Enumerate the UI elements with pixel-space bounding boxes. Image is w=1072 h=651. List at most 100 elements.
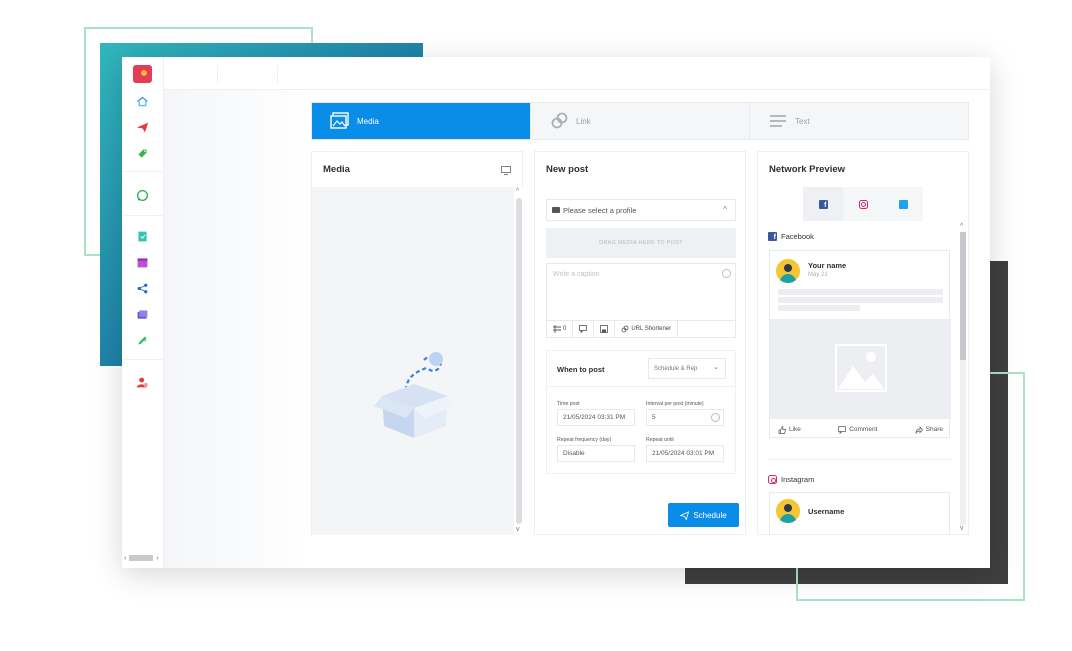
pencil-icon[interactable] bbox=[135, 333, 150, 348]
new-post-panel: New post Please select a profile ^ DRAG … bbox=[534, 151, 746, 535]
media-panel: Media ^ v bbox=[311, 151, 524, 535]
interval-input[interactable]: 5 bbox=[646, 409, 724, 426]
tab-link-label: Link bbox=[576, 116, 591, 126]
image-icon bbox=[330, 112, 349, 129]
avatar bbox=[776, 259, 800, 283]
network-preview-panel: Network Preview f f Facebook Your name M… bbox=[757, 151, 969, 535]
repeat-frequency-input[interactable]: Disable bbox=[557, 445, 635, 462]
paper-plane-icon bbox=[680, 510, 690, 520]
tab-text-label: Text bbox=[795, 116, 810, 126]
interval-value: 5 bbox=[652, 414, 656, 421]
thumbs-up-icon bbox=[778, 425, 786, 434]
preview-scrollbar[interactable]: ^ v bbox=[958, 222, 968, 534]
link-icon bbox=[551, 112, 568, 129]
like-label: Like bbox=[789, 426, 801, 433]
scroll-left-icon[interactable]: ‹ bbox=[124, 555, 126, 562]
comment-icon bbox=[838, 425, 847, 434]
folders-icon[interactable] bbox=[135, 307, 150, 322]
scroll-right-icon[interactable]: › bbox=[156, 555, 158, 562]
preview-scroll-area: f Facebook Your name May 21 Like Comment… bbox=[768, 230, 954, 534]
time-post-input[interactable]: 21/05/2024 03:31 PM bbox=[557, 409, 635, 426]
text-placeholder-line bbox=[778, 305, 860, 311]
app-logo[interactable] bbox=[133, 65, 152, 83]
sidebar-scrollbar[interactable]: ‹ › bbox=[122, 553, 164, 563]
text-placeholder-line bbox=[778, 297, 943, 303]
calendar-icon[interactable] bbox=[135, 255, 150, 270]
caption-placeholder: Write a caption bbox=[553, 271, 600, 278]
post-mode-select[interactable]: Schedule & Rep ⌄ bbox=[648, 358, 726, 379]
chevron-up-icon: ^ bbox=[723, 205, 727, 214]
save-tool-button[interactable] bbox=[594, 320, 616, 338]
when-to-post-header: When to post Schedule & Rep ⌄ bbox=[547, 351, 735, 387]
share-button[interactable]: Share bbox=[915, 425, 943, 434]
users-icon[interactable] bbox=[135, 375, 150, 390]
comment-button[interactable]: Comment bbox=[838, 425, 878, 434]
network-tabs: f bbox=[803, 187, 923, 221]
post-type-tabs: Media Link Text bbox=[311, 102, 969, 140]
facebook-post-date: May 21 bbox=[808, 272, 828, 278]
interval-label: Interval per post (minute) bbox=[646, 401, 704, 407]
facebook-heading: f Facebook bbox=[768, 232, 814, 241]
top-bar-tabs bbox=[164, 65, 278, 83]
time-post-value: 21/05/2024 03:31 PM bbox=[563, 414, 626, 421]
scroll-thumb[interactable] bbox=[960, 232, 966, 360]
facebook-icon: f bbox=[818, 199, 828, 209]
facebook-heading-label: Facebook bbox=[781, 232, 814, 241]
divider bbox=[768, 459, 952, 460]
instagram-heading: Instagram bbox=[768, 475, 814, 484]
tab-media[interactable]: Media bbox=[312, 103, 531, 139]
monitor-icon[interactable] bbox=[501, 166, 511, 175]
tab-text[interactable]: Text bbox=[750, 103, 968, 139]
repeat-until-input[interactable]: 21/05/2024 03:01 PM bbox=[646, 445, 724, 462]
comment-tool-button[interactable] bbox=[573, 320, 595, 338]
app-window: ‹ › Media Link Text Media ^ v New post P… bbox=[122, 57, 990, 568]
character-count-value: 0 bbox=[563, 326, 567, 332]
sidebar: ‹ › bbox=[122, 57, 164, 568]
tag-icon[interactable] bbox=[135, 146, 150, 161]
emoji-icon[interactable] bbox=[722, 269, 731, 278]
twitter-icon bbox=[898, 199, 908, 209]
paper-plane-icon[interactable] bbox=[135, 120, 150, 135]
repeat-frequency-value: Disable bbox=[563, 450, 585, 457]
share-label: Share bbox=[925, 426, 943, 433]
save-icon bbox=[600, 325, 609, 333]
avatar bbox=[776, 499, 800, 523]
text-placeholder-line bbox=[778, 289, 943, 295]
home-icon[interactable] bbox=[135, 94, 150, 109]
share-icon[interactable] bbox=[135, 281, 150, 296]
profile-select-placeholder: Please select a profile bbox=[563, 205, 637, 215]
comment-icon bbox=[579, 325, 588, 333]
repeat-frequency-label: Repeat frequency (day) bbox=[557, 437, 612, 443]
media-dropzone[interactable]: DRAG MEDIA HERE TO POST bbox=[546, 228, 736, 258]
chevron-down-icon: ⌄ bbox=[713, 364, 719, 371]
caption-textarea[interactable]: Write a caption bbox=[546, 263, 736, 321]
tab-facebook[interactable]: f bbox=[803, 187, 843, 221]
comment-label: Comment bbox=[849, 426, 878, 433]
facebook-username: Your name bbox=[808, 261, 847, 270]
media-library-area[interactable] bbox=[312, 187, 514, 535]
media-scrollbar[interactable]: ^ v bbox=[514, 187, 524, 535]
schedule-button-label: Schedule bbox=[693, 510, 727, 520]
file-icon[interactable] bbox=[135, 229, 150, 244]
empty-box-icon bbox=[374, 352, 456, 438]
card-id-icon bbox=[552, 207, 560, 213]
schedule-button[interactable]: Schedule bbox=[668, 503, 739, 527]
text-lines-icon bbox=[770, 115, 786, 127]
facebook-actions: Like Comment Share bbox=[770, 420, 951, 439]
instagram-icon bbox=[858, 199, 868, 209]
scroll-thumb[interactable] bbox=[129, 555, 154, 561]
url-shortener-label: URL Shortener bbox=[631, 326, 672, 332]
like-button[interactable]: Like bbox=[778, 425, 801, 434]
profile-select[interactable]: Please select a profile ^ bbox=[546, 199, 736, 221]
tab-media-label: Media bbox=[357, 116, 379, 126]
image-placeholder bbox=[770, 319, 951, 419]
text-count-icon bbox=[553, 325, 561, 333]
url-shortener-button[interactable]: URL Shortener bbox=[615, 320, 679, 338]
stepper-icon[interactable] bbox=[711, 413, 720, 422]
whatsapp-icon[interactable] bbox=[135, 188, 150, 203]
tab-instagram[interactable] bbox=[843, 187, 883, 221]
tab-link[interactable]: Link bbox=[531, 103, 750, 139]
tab-twitter[interactable] bbox=[883, 187, 923, 221]
caption-toolbar: 0 URL Shortener bbox=[546, 320, 736, 338]
when-to-post-section: When to post Schedule & Rep ⌄ Time post … bbox=[546, 350, 736, 474]
